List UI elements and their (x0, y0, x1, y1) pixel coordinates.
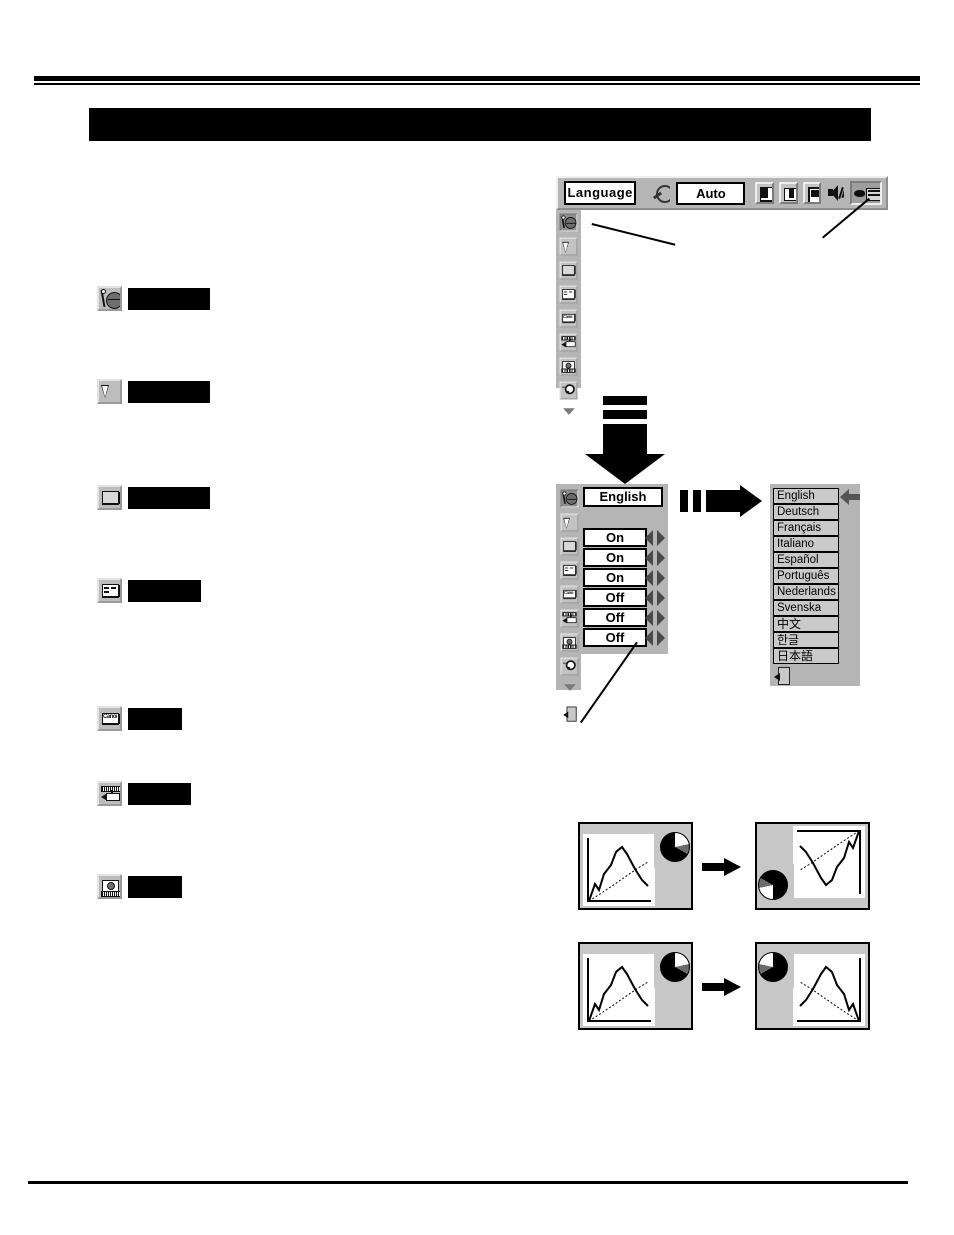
manual-page: Canon Language Auto (0, 0, 954, 1235)
sidebar-ceiling-icon[interactable] (559, 333, 578, 352)
setting-value-screen-background[interactable]: On (583, 528, 647, 547)
pie-chart (660, 952, 690, 982)
figure-after (755, 942, 870, 1030)
ceiling-flip-figure (578, 822, 870, 910)
legend-row-ceiling (97, 781, 191, 806)
sidebar-rear-icon[interactable] (559, 357, 578, 376)
auto-label: Auto (696, 185, 726, 201)
language-option[interactable]: 中文 (773, 616, 839, 632)
sidebar-exit-icon[interactable] (560, 706, 578, 724)
osd-menu-bar: Language Auto (556, 176, 888, 210)
leader-line-language-icon (591, 223, 676, 246)
adjust-arrows[interactable] (645, 550, 665, 566)
language-exit-icon[interactable] (774, 666, 790, 685)
transform-arrow-icon (702, 978, 742, 996)
osd-sidebar-top: Canon (556, 210, 581, 415)
pie-chart (660, 832, 690, 862)
language-option[interactable]: 日本語 (773, 648, 839, 664)
legend-row-screen-background (97, 485, 210, 510)
header-rule-thin (34, 83, 920, 85)
keystone-icon (97, 379, 122, 404)
sidebar-logo-icon[interactable]: Canon (559, 309, 578, 328)
language-globe-icon (97, 286, 122, 311)
setting-value-rear[interactable]: Off (583, 608, 647, 627)
page-title-banner-redacted (89, 108, 871, 141)
adjust-arrows[interactable] (645, 630, 665, 646)
display-menu-icon (97, 578, 122, 603)
sound-icon[interactable] (826, 182, 845, 204)
figure-before (578, 942, 693, 1030)
transform-arrow-icon (702, 858, 742, 876)
legend-row-display (97, 578, 201, 603)
legend-row-logo: Canon (97, 706, 182, 731)
sidebar-keystone-icon[interactable] (559, 237, 578, 256)
rear-flip-figure (578, 942, 870, 1030)
figure-before (578, 822, 693, 910)
setting-value-language[interactable]: English (583, 487, 663, 507)
legend-row-rear (97, 874, 182, 899)
legend-label-redacted (128, 486, 210, 509)
adjust-arrows[interactable] (645, 610, 665, 626)
setting-value-logo[interactable]: On (583, 568, 647, 587)
footer-rule (28, 1181, 908, 1184)
legend-label-redacted (128, 707, 182, 730)
sidebar-ceiling-icon[interactable] (560, 609, 578, 628)
sidebar-language-globe-icon[interactable] (560, 489, 578, 508)
setting-value-lamp[interactable]: Off (583, 628, 647, 647)
back-arrow-icon[interactable] (840, 489, 860, 505)
language-option[interactable]: Nederlands (773, 584, 839, 600)
setting-value-ceiling[interactable]: Off (583, 588, 647, 607)
logo-icon: Canon (97, 706, 122, 731)
language-option[interactable]: Português (773, 568, 839, 584)
language-option[interactable]: Deutsch (773, 504, 839, 520)
sidebar-scroll-down-icon[interactable] (560, 406, 578, 424)
image-select-icon[interactable] (755, 182, 775, 204)
adjust-arrows[interactable] (645, 570, 665, 586)
sidebar-language-globe-icon[interactable] (559, 213, 578, 232)
sidebar-screen-background-icon[interactable] (559, 261, 578, 280)
legend-label-redacted (128, 380, 210, 403)
ceiling-icon (97, 781, 122, 806)
figure-after (755, 822, 870, 910)
legend-label-redacted (128, 579, 201, 602)
rear-icon (97, 874, 122, 899)
legend-row-keystone (97, 379, 210, 404)
legend-row-language (97, 286, 210, 311)
language-option[interactable]: Français (773, 520, 839, 536)
sidebar-lamp-icon[interactable] (559, 381, 578, 400)
flow-arrow-right (680, 485, 764, 517)
language-option[interactable]: Español (773, 552, 839, 568)
sidebar-display-menu-icon[interactable] (560, 561, 578, 580)
legend-label-redacted (128, 875, 182, 898)
adjust-arrows[interactable] (645, 590, 665, 606)
pc-adjust-icon[interactable] (652, 182, 671, 204)
auto-button[interactable]: Auto (676, 181, 746, 205)
sidebar-keystone-icon[interactable] (560, 513, 578, 532)
osd-title-language: Language (564, 181, 637, 205)
osd-setting-sidebar: Canon (557, 486, 581, 728)
header-rule-thick (34, 76, 920, 81)
language-list-panel: English Deutsch Français Italiano Españo… (770, 484, 860, 686)
sidebar-display-menu-icon[interactable] (559, 285, 578, 304)
setting-value-display[interactable]: On (583, 548, 647, 567)
legend-label-redacted (128, 287, 210, 310)
legend-label-redacted (128, 782, 191, 805)
image-adjust-icon[interactable] (779, 182, 798, 204)
sidebar-scroll-down-icon[interactable] (560, 682, 578, 700)
language-option[interactable]: English (773, 488, 839, 504)
language-option[interactable]: 한글 (773, 632, 839, 648)
language-option[interactable]: Italiano (773, 536, 839, 552)
sidebar-rear-icon[interactable] (560, 633, 578, 652)
flow-arrow-down (585, 396, 665, 486)
sidebar-lamp-icon[interactable] (560, 657, 578, 676)
screen-background-icon (97, 485, 122, 510)
screen-size-icon[interactable] (802, 182, 822, 204)
adjust-arrows[interactable] (645, 530, 665, 546)
sidebar-screen-background-icon[interactable] (560, 537, 578, 556)
language-option[interactable]: Svenska (773, 600, 839, 616)
sidebar-logo-icon[interactable]: Canon (560, 585, 578, 604)
